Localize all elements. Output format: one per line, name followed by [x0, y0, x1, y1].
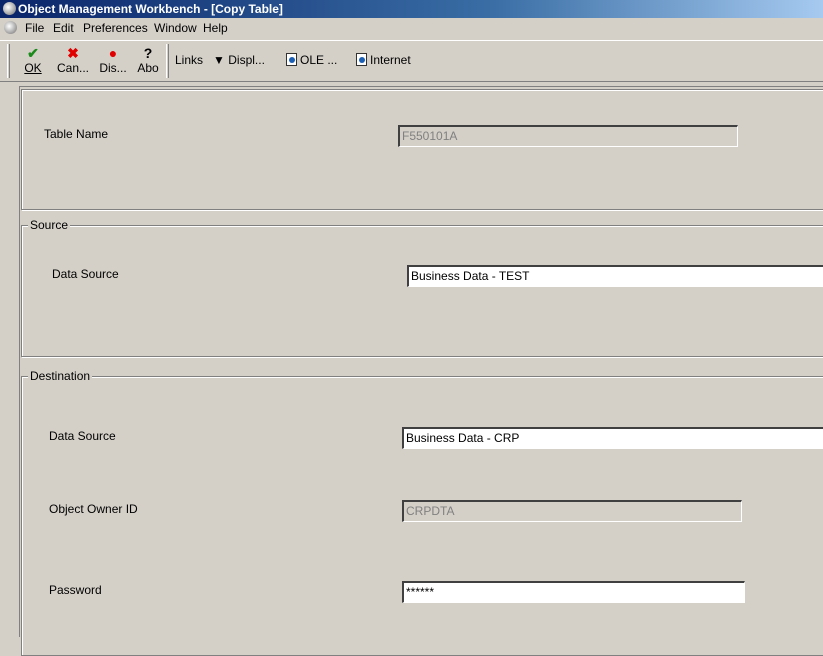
display-menu-button[interactable]: ▼ Displ...: [213, 53, 265, 67]
toolbar: ✔ OK ✖ Can... ● Dis... ? Abo Links ▼ Displ..…: [0, 40, 823, 82]
destination-data-source-label: Data Source: [49, 429, 116, 443]
help-pointer-icon: ?: [143, 45, 153, 61]
source-data-source-field[interactable]: Business Data - TEST: [407, 265, 823, 287]
source-data-source-label: Data Source: [52, 267, 119, 281]
toolbar-grip[interactable]: [7, 44, 10, 78]
menu-edit[interactable]: Edit: [53, 18, 74, 38]
password-field[interactable]: ******: [402, 581, 745, 603]
menu-bar: File Edit Preferences Window Help: [0, 18, 823, 38]
password-label: Password: [49, 583, 102, 597]
glasses-icon: ●: [108, 45, 118, 61]
display-button[interactable]: ● Dis...: [97, 45, 129, 75]
object-owner-id-label: Object Owner ID: [49, 502, 138, 516]
document-icon: [356, 53, 367, 66]
app-icon: [3, 2, 16, 15]
x-icon: ✖: [67, 45, 79, 61]
menu-file[interactable]: File: [25, 18, 44, 38]
source-group: Source Data Source Business Data - TEST: [21, 218, 823, 357]
table-name-label: Table Name: [44, 127, 109, 141]
document-icon: [286, 53, 297, 66]
menu-preferences[interactable]: Preferences: [83, 18, 148, 38]
destination-data-source-field[interactable]: Business Data - CRP: [402, 427, 823, 449]
source-legend: Source: [28, 218, 71, 232]
toolbar-grip[interactable]: [166, 44, 169, 78]
ole-button[interactable]: OLE ...: [286, 53, 337, 67]
triangle-down-icon: ▼: [213, 53, 225, 67]
window-title: Object Management Workbench - [Copy Tabl…: [18, 2, 283, 16]
cancel-button[interactable]: ✖ Can...: [55, 45, 91, 75]
table-group: Table Name F550101A: [21, 89, 823, 210]
destination-group: Destination Data Source Business Data - …: [21, 369, 823, 656]
internet-button[interactable]: Internet: [356, 53, 411, 67]
destination-legend: Destination: [28, 369, 93, 383]
checkmark-icon: ✔: [27, 45, 39, 61]
table-name-field[interactable]: F550101A: [398, 125, 738, 147]
title-bar: Object Management Workbench - [Copy Tabl…: [0, 0, 823, 18]
menu-help[interactable]: Help: [203, 18, 228, 38]
object-owner-id-field[interactable]: CRPDTA: [402, 500, 742, 522]
links-button[interactable]: Links: [175, 53, 203, 67]
about-button[interactable]: ? Abo: [136, 45, 160, 75]
menu-window[interactable]: Window: [154, 18, 197, 38]
ok-button[interactable]: ✔ OK: [22, 45, 44, 75]
system-menu-icon[interactable]: [4, 21, 17, 34]
form-content: Table Name F550101A Source Data Source B…: [19, 86, 823, 656]
